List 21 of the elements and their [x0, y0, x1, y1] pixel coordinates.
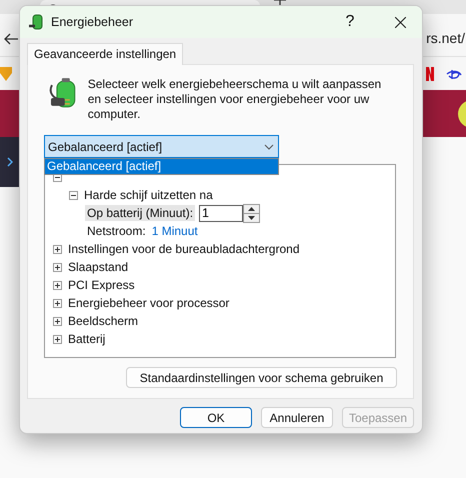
address-text[interactable]: rs.net/ [426, 24, 465, 46]
tab[interactable]: Geavanceerde instellingen [27, 43, 184, 65]
tree-item[interactable]: Energiebeheer voor processor [68, 296, 230, 310]
setting-label[interactable]: Op batterij (Minuut): [85, 205, 196, 221]
tree-item[interactable]: Batterij [68, 332, 106, 346]
setting-value-link[interactable]: 1 Minuut [152, 224, 198, 238]
restore-defaults-button[interactable]: Standaardinstellingen voor schema gebruiken [126, 367, 397, 388]
dialog-button[interactable]: OK [180, 407, 252, 428]
tree-item[interactable]: Instellingen voor de bureaubladachtergrond [68, 242, 300, 256]
minutes-field[interactable]: 1 [199, 204, 244, 222]
window-title: Energiebeheer [51, 15, 134, 29]
tree-item[interactable]: Slaapstand [68, 260, 128, 274]
tree-item[interactable]: Beeldscherm [68, 314, 138, 328]
plan-dropdown[interactable]: Gebalanceerd [actief] [44, 135, 279, 158]
tree-item[interactable]: PCI Express [68, 278, 135, 292]
tree-item[interactable]: Harde schijf uitzetten na [84, 188, 213, 202]
help-button[interactable]: ? [328, 6, 372, 38]
dropdown-option[interactable]: Gebalanceerd [actief] [45, 159, 278, 174]
setting-label: Netstroom: [86, 223, 147, 239]
dialog-button[interactable]: Annuleren [261, 407, 333, 428]
description-text: Selecteer welk energiebeheerschema u wilt aanpassen en selecteer instellingen voor energiebeheer voor uw computer. [88, 77, 382, 122]
